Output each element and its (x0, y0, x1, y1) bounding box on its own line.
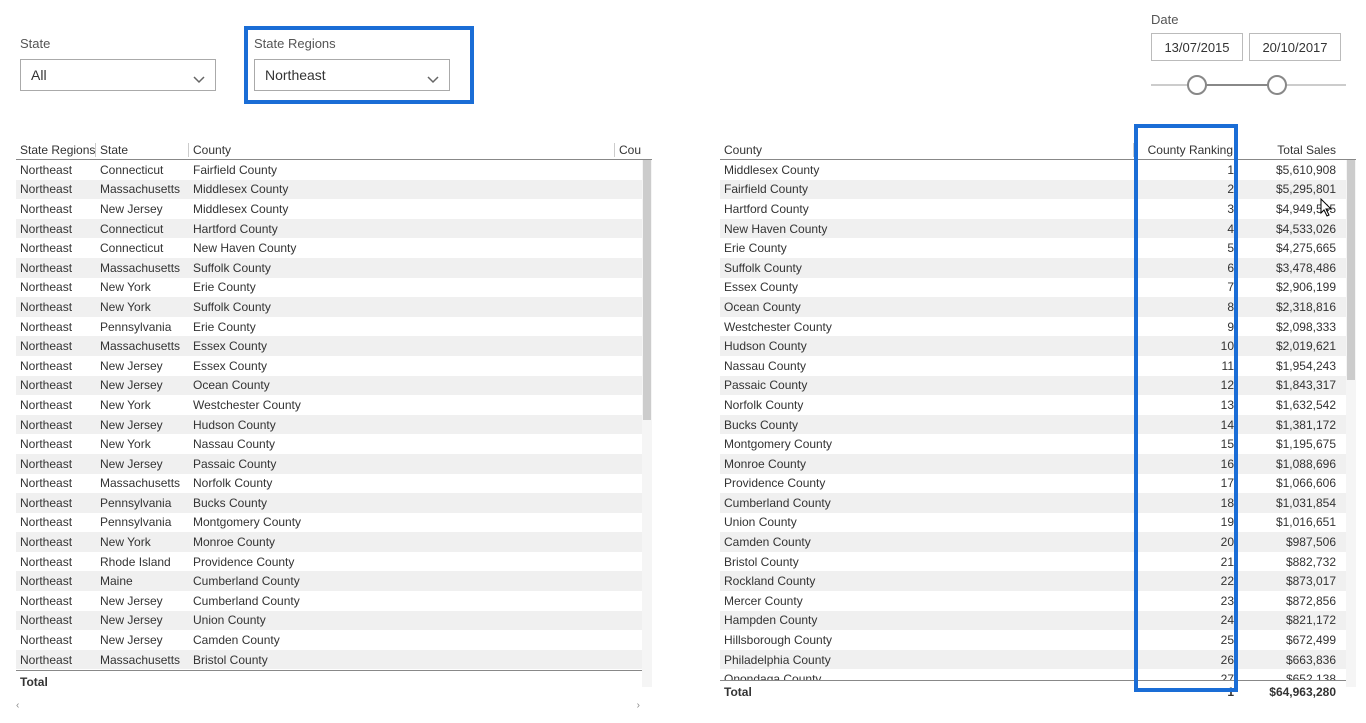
table-row[interactable]: Passaic County12$1,843,317 (720, 376, 1356, 396)
table-row[interactable]: NortheastNew JerseyOcean County (16, 376, 652, 396)
table-row[interactable]: Suffolk County6$3,478,486 (720, 258, 1356, 278)
col-county-ranking[interactable]: County Ranking (1134, 143, 1238, 157)
state-filter-label: State (20, 36, 216, 51)
table-row[interactable]: NortheastNew JerseyUnion County (16, 611, 652, 631)
table-row[interactable]: NortheastNew JerseyMiddlesex County (16, 199, 652, 219)
table-row[interactable]: NortheastNew JerseyPassaic County (16, 454, 652, 474)
col-state-regions[interactable]: State Regions (16, 143, 96, 157)
table-row[interactable]: NortheastNew JerseyCumberland County (16, 591, 652, 611)
table-row[interactable]: Erie County5$4,275,665 (720, 238, 1356, 258)
left-table-header: State Regions State County Cou▲ (16, 138, 652, 160)
state-dropdown-value: All (31, 67, 47, 83)
horizontal-scrollbar[interactable]: ‹ › (16, 699, 640, 711)
chevron-down-icon (193, 71, 205, 79)
date-from-input[interactable]: 13/07/2015 (1151, 33, 1243, 61)
vertical-scrollbar[interactable] (642, 160, 652, 687)
slider-handle-from[interactable] (1187, 75, 1207, 95)
table-row[interactable]: Essex County7$2,906,199 (720, 278, 1356, 298)
region-filter-label: State Regions (254, 36, 450, 51)
table-row[interactable]: NortheastNew YorkMonroe County (16, 532, 652, 552)
table-row[interactable]: Cumberland County18$1,031,854 (720, 493, 1356, 513)
date-slider[interactable] (1151, 75, 1346, 95)
right-total-label: Total (720, 685, 1134, 699)
table-row[interactable]: Norfolk County13$1,632,542 (720, 395, 1356, 415)
table-row[interactable]: Nassau County11$1,954,243 (720, 356, 1356, 376)
table-row[interactable]: Mercer County23$872,856 (720, 591, 1356, 611)
table-row[interactable]: Hartford County3$4,949,545 (720, 199, 1356, 219)
table-row[interactable]: NortheastNew JerseyCamden County (16, 630, 652, 650)
col-truncated[interactable]: Cou▲ (615, 143, 643, 157)
table-row[interactable]: Bucks County14$1,381,172 (720, 415, 1356, 435)
table-row[interactable]: NortheastPennsylvaniaMontgomery County (16, 513, 652, 533)
table-row[interactable]: NortheastRhode IslandProvidence County (16, 552, 652, 572)
table-row[interactable]: New Haven County4$4,533,026 (720, 219, 1356, 239)
table-row[interactable]: Hampden County24$821,172 (720, 611, 1356, 631)
table-row[interactable]: NortheastPennsylvaniaBucks County (16, 493, 652, 513)
chevron-down-icon (427, 71, 439, 79)
slider-handle-to[interactable] (1267, 75, 1287, 95)
region-dropdown-value: Northeast (265, 67, 326, 83)
table-row[interactable]: NortheastNew YorkNassau County (16, 434, 652, 454)
table-row[interactable]: Monroe County16$1,088,696 (720, 454, 1356, 474)
vertical-scrollbar[interactable] (1346, 160, 1356, 687)
right-total-sales: $64,963,280 (1238, 685, 1340, 699)
table-row[interactable]: Rockland County22$873,017 (720, 571, 1356, 591)
col-county[interactable]: County (189, 143, 615, 157)
table-row[interactable]: NortheastMassachusettsEssex County (16, 336, 652, 356)
sort-asc-icon: ▲ (641, 147, 643, 156)
table-row[interactable]: Union County19$1,016,651 (720, 513, 1356, 533)
col-state[interactable]: State (96, 143, 189, 157)
left-total-label: Total (16, 675, 96, 689)
table-row[interactable]: Onondaga County27$652,138 (720, 669, 1356, 680)
scroll-left-icon[interactable]: ‹ (16, 700, 19, 711)
table-row[interactable]: Providence County17$1,066,606 (720, 474, 1356, 494)
table-row[interactable]: Middlesex County1$5,610,908 (720, 160, 1356, 180)
table-row[interactable]: NortheastConnecticutHartford County (16, 219, 652, 239)
right-table: County County Ranking Total Sales Middle… (720, 138, 1356, 711)
table-row[interactable]: NortheastMassachusettsSuffolk County (16, 258, 652, 278)
table-row[interactable]: NortheastPennsylvaniaErie County (16, 317, 652, 337)
table-row[interactable]: Hillsborough County25$672,499 (720, 630, 1356, 650)
table-row[interactable]: Westchester County9$2,098,333 (720, 317, 1356, 337)
table-row[interactable]: Philadelphia County26$663,836 (720, 650, 1356, 670)
right-total-rank: 1 (1134, 685, 1238, 699)
date-label: Date (1151, 12, 1346, 27)
table-row[interactable]: NortheastMassachusettsMiddlesex County (16, 180, 652, 200)
table-row[interactable]: NortheastNew JerseyEssex County (16, 356, 652, 376)
table-row[interactable]: NortheastNew JerseyHudson County (16, 415, 652, 435)
table-row[interactable]: NortheastNew YorkWestchester County (16, 395, 652, 415)
col-county-right[interactable]: County (720, 143, 1134, 157)
table-row[interactable]: NortheastNew YorkSuffolk County (16, 297, 652, 317)
table-row[interactable]: NortheastNew YorkErie County (16, 278, 652, 298)
table-row[interactable]: Camden County20$987,506 (720, 532, 1356, 552)
state-dropdown[interactable]: All (20, 59, 216, 91)
table-row[interactable]: NortheastConnecticutFairfield County (16, 160, 652, 180)
table-row[interactable]: NortheastMassachusettsNorfolk County (16, 474, 652, 494)
col-total-sales[interactable]: Total Sales (1238, 143, 1340, 157)
table-row[interactable]: NortheastMassachusettsBristol County (16, 650, 652, 670)
table-row[interactable]: Ocean County8$2,318,816 (720, 297, 1356, 317)
table-row[interactable]: NortheastConnecticutNew Haven County (16, 238, 652, 258)
scroll-right-icon[interactable]: › (637, 700, 640, 711)
table-row[interactable]: Fairfield County2$5,295,801 (720, 180, 1356, 200)
right-table-header: County County Ranking Total Sales (720, 138, 1356, 160)
table-row[interactable]: NortheastMaineCumberland County (16, 571, 652, 591)
left-table: State Regions State County Cou▲ Northeas… (16, 138, 652, 711)
date-to-input[interactable]: 20/10/2017 (1249, 33, 1341, 61)
table-row[interactable]: Bristol County21$882,732 (720, 552, 1356, 572)
table-row[interactable]: Hudson County10$2,019,621 (720, 336, 1356, 356)
table-row[interactable]: Montgomery County15$1,195,675 (720, 434, 1356, 454)
region-dropdown[interactable]: Northeast (254, 59, 450, 91)
